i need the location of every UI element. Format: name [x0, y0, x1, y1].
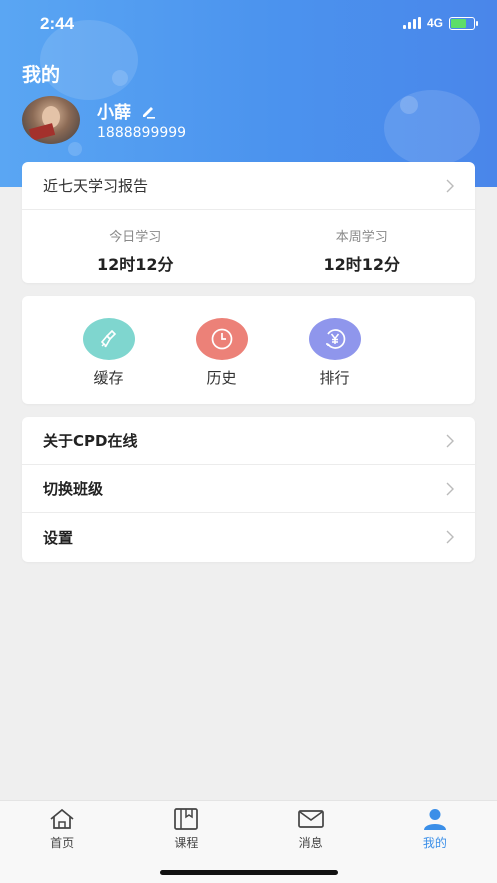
user-icon: [423, 809, 446, 830]
status-indicators: 4G: [402, 16, 478, 30]
study-report-link[interactable]: 近七天学习报告: [22, 162, 475, 210]
chevron-right-icon: [446, 179, 454, 192]
edit-icon[interactable]: [141, 103, 157, 119]
decor-bubble: [112, 70, 128, 86]
menu-item-switch-class[interactable]: 切换班级: [22, 465, 475, 513]
yen-icon: [308, 318, 361, 360]
week-study-value: 12时12分: [323, 255, 401, 274]
page-title: 我的: [22, 64, 61, 86]
home-icon: [50, 808, 74, 829]
tool-label: 排行: [319, 369, 350, 387]
decor-bubble: [68, 142, 82, 156]
battery-icon: [449, 16, 478, 30]
chevron-right-icon: [446, 482, 454, 495]
chevron-right-icon: [446, 530, 454, 544]
user-phone: 1888899999: [97, 125, 187, 141]
avatar[interactable]: [22, 96, 80, 144]
book-icon: [174, 808, 199, 830]
today-study-label: 今日学习: [109, 230, 162, 245]
clock-icon: [195, 318, 248, 360]
menu-item-label: 设置: [43, 528, 74, 547]
broom-icon: [82, 318, 135, 360]
status-time: 2:44: [40, 14, 75, 33]
user-name: 小薛: [97, 103, 131, 123]
tool-history[interactable]: 历史: [165, 296, 278, 404]
week-study-stat: 本周学习 12时12分: [249, 210, 476, 282]
study-report-card: 近七天学习报告 今日学习 12时12分 本周学习 12时12分: [22, 162, 475, 283]
today-study-value: 12时12分: [96, 255, 174, 274]
network-type: 4G: [426, 16, 443, 30]
menu-item-settings[interactable]: 设置: [22, 513, 475, 561]
tool-label: 缓存: [93, 369, 124, 387]
study-report-title: 近七天学习报告: [43, 177, 149, 195]
profile-header: 2:44 4G 我的 小薛 1888899999: [0, 0, 497, 187]
home-indicator: [160, 870, 338, 875]
tab-label: 首页: [50, 836, 75, 850]
chevron-right-icon: [446, 434, 454, 447]
menu-item-label: 关于CPD在线: [43, 432, 138, 450]
tab-label: 我的: [422, 836, 447, 850]
mail-icon: [297, 810, 324, 828]
tools-card: 缓存 历史 排行: [22, 296, 475, 404]
tool-label: 历史: [206, 369, 237, 387]
decor-bubble: [384, 90, 480, 166]
signal-icon: [402, 17, 421, 29]
user-name-row[interactable]: 小薛: [97, 98, 157, 123]
tab-label: 课程: [174, 836, 199, 850]
decor-bubble: [400, 96, 418, 114]
today-study-stat: 今日学习 12时12分: [22, 210, 249, 282]
menu-item-label: 切换班级: [43, 480, 104, 498]
menu-item-about[interactable]: 关于CPD在线: [22, 417, 475, 465]
tool-ranking[interactable]: 排行: [278, 296, 391, 404]
tab-label: 消息: [298, 836, 323, 850]
tab-mine[interactable]: 我的: [373, 801, 497, 883]
tab-home[interactable]: 首页: [0, 801, 124, 883]
week-study-label: 本周学习: [335, 230, 388, 245]
settings-menu: 关于CPD在线 切换班级 设置: [22, 417, 475, 562]
tool-cache[interactable]: 缓存: [52, 296, 165, 404]
